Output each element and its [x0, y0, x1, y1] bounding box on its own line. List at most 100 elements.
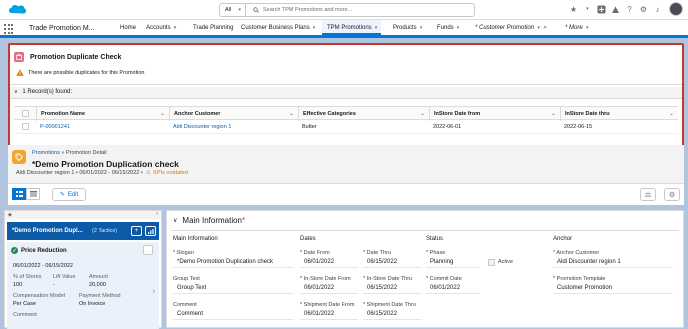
tactic-header[interactable]: *Demo Promotion Dupl... (2 Tactics) + [7, 222, 159, 240]
chevron-down-icon: ▾ [238, 7, 241, 13]
calculator-icon[interactable] [143, 245, 153, 255]
user-avatar[interactable] [669, 2, 683, 16]
setup-gear-icon[interactable]: ⚙ [638, 3, 649, 15]
nav-item-home[interactable]: Home [120, 20, 136, 35]
slogan-field[interactable]: *Demo Promotion Duplication check [173, 257, 293, 268]
chevron-down-icon[interactable]: ∨ [14, 89, 18, 95]
promotion-template-field[interactable]: Customer Promotion [553, 283, 673, 294]
chevron-down-icon[interactable]: ▾ [174, 25, 177, 31]
favorites-star-icon[interactable]: ★ [568, 3, 579, 15]
nav-item-products[interactable]: Products ▾ [393, 20, 422, 35]
tactic-chart-icon[interactable] [145, 226, 156, 236]
chevron-down-icon[interactable]: ▾ [457, 25, 460, 31]
instore-thru-label: * In-Store Date Thru [363, 276, 413, 282]
favorites-list-icon[interactable]: ▾ [582, 3, 593, 15]
chevron-down-icon[interactable]: ⌄ [669, 110, 674, 117]
effective-categories-cell: Butter [302, 124, 317, 130]
shipment-thru-field[interactable]: 06/15/2022 [363, 309, 421, 320]
chevron-down-icon[interactable]: ⌄ [551, 110, 556, 117]
date-thru-label: * Date Thru [363, 250, 392, 256]
required-indicator: * [242, 216, 246, 225]
table-view-toggle[interactable] [26, 188, 40, 200]
main-information-header[interactable]: ∨ Main Information* [173, 216, 245, 225]
close-tab-icon[interactable]: ✕ [543, 25, 547, 31]
promotion-name-link[interactable]: P-00001241 [36, 120, 70, 134]
column-header-instore-date-thru[interactable]: InStore Date thru ⌄ [560, 107, 678, 121]
column-header-dates: Dates [300, 236, 316, 242]
nav-item-customer-promotion[interactable]: * Customer Promotion ▾ ✕ [475, 20, 547, 35]
chevron-down-icon[interactable]: ⌄ [289, 110, 294, 117]
records-found-label: 1 Record(s) found: [22, 89, 73, 95]
nav-item-trade-planning[interactable]: Trade Planning [193, 20, 233, 35]
phase-field[interactable]: Planning [426, 257, 480, 268]
column-header-effective-categories[interactable]: Effective Categories ⌄ [298, 107, 429, 121]
app-launcher-icon[interactable] [4, 24, 14, 34]
salesforce-cloud-logo[interactable] [8, 3, 26, 17]
promotion-tag-icon [12, 150, 26, 164]
commit-date-field[interactable]: 06/01/2022 [426, 283, 480, 294]
instore-thru-field[interactable]: 06/15/2022 [363, 283, 421, 294]
chevron-down-icon[interactable]: ⌄ [160, 110, 165, 117]
chevron-right-icon[interactable]: › [153, 288, 155, 295]
active-checkbox[interactable] [488, 259, 495, 266]
nav-item-tpm-promotions[interactable]: TPM Promotions ▾ [322, 20, 382, 35]
collapse-panel-icon[interactable]: ‹ [156, 211, 158, 217]
date-thru-field[interactable]: 06/15/2022 [363, 257, 421, 268]
notifications-bell-icon[interactable]: ♪ [652, 3, 663, 15]
comment-label: Comment [13, 312, 37, 318]
search-input[interactable] [251, 4, 471, 16]
nav-item-funds[interactable]: Funds ▾ [437, 20, 459, 35]
records-found-section[interactable]: ∨ 1 Record(s) found: [10, 87, 682, 99]
group-text-field[interactable]: Group Text [173, 283, 293, 294]
chevron-down-icon[interactable]: ▾ [586, 25, 589, 31]
column-header-promotion-name[interactable]: Promotion Name ⌄ [36, 107, 169, 121]
global-actions-add-icon[interactable] [596, 3, 607, 15]
shipment-from-label: * Shipment Date From [300, 302, 355, 308]
record-subline-text: Aldi Discounter region 1 • 06/01/2022 - … [16, 170, 143, 176]
select-all-checkbox[interactable] [22, 110, 29, 117]
anchor-customer-link[interactable]: Aldi Discounter region 1 [169, 120, 231, 134]
breadcrumb-promotions-link[interactable]: Promotions [32, 150, 60, 156]
card-view-toggle[interactable] [12, 188, 26, 200]
anchor-customer-field[interactable]: Aldi Discounter region 1 [553, 257, 673, 268]
nav-item-label: Funds [437, 25, 454, 31]
edit-button[interactable]: ✎ Edit [52, 188, 86, 201]
comment-label: Comment [173, 302, 197, 308]
chevron-down-icon[interactable]: ∨ [173, 217, 177, 224]
nav-item-customer-business-plans[interactable]: Customer Business Plans ▾ [241, 20, 315, 35]
pin-icon[interactable]: ◆ [8, 212, 12, 218]
compensation-model-label: Compensation Model [13, 293, 65, 299]
instore-from-cell: 2022-06-01 [433, 124, 462, 130]
compare-icon[interactable]: ⚖ [640, 188, 656, 201]
row-checkbox[interactable] [22, 123, 29, 130]
tactic-card[interactable]: ✓ Price Reduction 06/01/2022 - 06/15/2022… [7, 242, 159, 329]
app-name: Trade Promotion M... [29, 25, 95, 32]
chevron-down-icon[interactable]: ▾ [420, 25, 423, 31]
nav-item-more[interactable]: * More ▾ [565, 20, 588, 35]
chevron-down-icon[interactable]: ⌄ [420, 110, 425, 117]
chevron-down-icon[interactable]: ▾ [375, 25, 378, 31]
column-header-instore-date-from[interactable]: InStore Date from ⌄ [429, 107, 560, 121]
add-tactic-icon[interactable]: + [131, 226, 142, 236]
column-header-label: Promotion Name [41, 111, 86, 117]
shipment-from-field[interactable]: 06/01/2022 [300, 309, 358, 320]
breadcrumb-current: Promotion Detail [65, 150, 107, 156]
chevron-down-icon[interactable]: ▾ [313, 25, 316, 31]
date-from-field[interactable]: 06/01/2022 [300, 257, 358, 268]
tactics-panel: ◆ ‹ *Demo Promotion Dupl... (2 Tactics) +… [4, 210, 162, 329]
settings-icon[interactable]: ⚙ [664, 188, 680, 201]
record-toolbar: ✎ Edit ⚖ ⚙ [8, 183, 684, 205]
column-header-label: Effective Categories [303, 111, 356, 117]
main-information-section: ∨ Main Information* Main Information Dat… [166, 210, 684, 328]
pct-stores-label: % of Stores [13, 274, 42, 280]
nav-item-accounts[interactable]: Accounts ▾ [146, 20, 176, 35]
chevron-down-icon[interactable]: ▾ [537, 25, 540, 31]
help-icon[interactable]: ? [624, 3, 635, 15]
trailhead-icon[interactable] [610, 3, 621, 15]
tactic-count: (2 Tactics) [92, 228, 117, 234]
column-header-anchor-customer[interactable]: Anchor Customer ⌄ [169, 107, 298, 121]
comment-field[interactable]: Comment [173, 309, 293, 320]
global-search[interactable]: All ▾ [219, 3, 475, 17]
search-scope-select[interactable]: All ▾ [220, 4, 246, 16]
instore-from-field[interactable]: 06/01/2022 [300, 283, 358, 294]
